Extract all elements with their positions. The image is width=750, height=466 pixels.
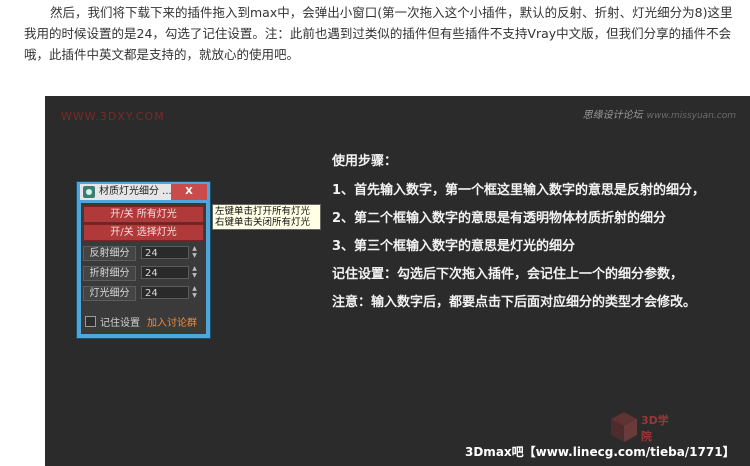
- plugin-title: 材质灯光细分 ...: [99, 186, 172, 197]
- cube-logo-icon: [611, 412, 637, 442]
- reflection-spinner-icon[interactable]: ▲ ▼: [190, 245, 199, 260]
- tooltip: 左键单击打开所有灯光 右键单击关闭所有灯光: [212, 204, 321, 230]
- article-text: 然后，我们将下载下来的插件拖入到max中，会弹出小窗口(第一次拖入这个小插件，默…: [24, 2, 740, 65]
- light-spinner-icon[interactable]: ▲ ▼: [190, 285, 199, 300]
- light-subdivs-button[interactable]: 灯光细分: [83, 286, 136, 301]
- reflection-subdivs-button[interactable]: 反射细分: [83, 246, 136, 261]
- watermark-right-url: www.missyuan.com: [646, 111, 736, 121]
- remember-settings-label[interactable]: 记住设置: [100, 314, 140, 329]
- remember-note: 记住设置：勾选后下次拖入插件，会记住上一个的细分参数，: [332, 267, 684, 282]
- toggle-selected-lights-button[interactable]: 开/关 选择灯光: [83, 224, 204, 241]
- join-discussion-link[interactable]: 加入讨论群: [147, 314, 197, 329]
- logo-text: 3D学院: [641, 414, 669, 443]
- plugin-window: 材质灯光细分 ... X 开/关 所有灯光 开/关 选择灯光 反射细分 24 ▲…: [76, 181, 211, 339]
- close-button[interactable]: X: [171, 184, 207, 200]
- footer-forum-link: 3Dmax吧【www.linecg.com/tieba/1771】: [465, 445, 735, 459]
- refraction-spinner-icon[interactable]: ▲ ▼: [190, 265, 199, 280]
- plugin-title-bar[interactable]: 材质灯光细分 ... X: [80, 184, 207, 200]
- step-3: 3、第三个框输入数字的意思是灯光的细分: [332, 239, 576, 254]
- attention-note: 注意：输入数字后，都要点击下后面对应细分的类型才会修改。: [332, 295, 697, 310]
- light-subdivs-input[interactable]: 24: [141, 286, 189, 299]
- plugin-body: 开/关 所有灯光 开/关 选择灯光 反射细分 24 ▲ ▼ 折射细分 24 ▲ ▼ …: [81, 203, 206, 334]
- toggle-all-lights-button[interactable]: 开/关 所有灯光: [83, 206, 204, 223]
- remember-settings-checkbox[interactable]: [85, 316, 96, 327]
- watermark-right-text: 思缘设计论坛: [582, 110, 643, 121]
- watermark-right: 思缘设计论坛 www.missyuan.com: [583, 106, 736, 121]
- step-2: 2、第二个框输入数字的意思是有透明物体材质折射的细分: [332, 211, 667, 226]
- embedded-screenshot: WWW.3DXY.COM 思缘设计论坛 www.missyuan.com 材质灯光…: [45, 96, 750, 466]
- tooltip-line-1: 左键单击打开所有灯光: [215, 206, 311, 217]
- reflection-subdivs-input[interactable]: 24: [141, 246, 189, 259]
- refraction-subdivs-input[interactable]: 24: [141, 266, 189, 279]
- refraction-subdivs-button[interactable]: 折射细分: [83, 266, 136, 281]
- app-icon: [83, 186, 95, 198]
- watermark-left: WWW.3DXY.COM: [61, 110, 165, 123]
- article-paragraph: 然后，我们将下载下来的插件拖入到max中，会弹出小窗口(第一次拖入这个小插件，默…: [24, 5, 733, 62]
- steps-heading: 使用步骤：: [332, 154, 398, 169]
- step-1: 1、首先输入数字，第一个框这里输入数字的意思是反射的细分，: [332, 183, 706, 198]
- tooltip-line-2: 右键单击关闭所有灯光: [215, 217, 311, 228]
